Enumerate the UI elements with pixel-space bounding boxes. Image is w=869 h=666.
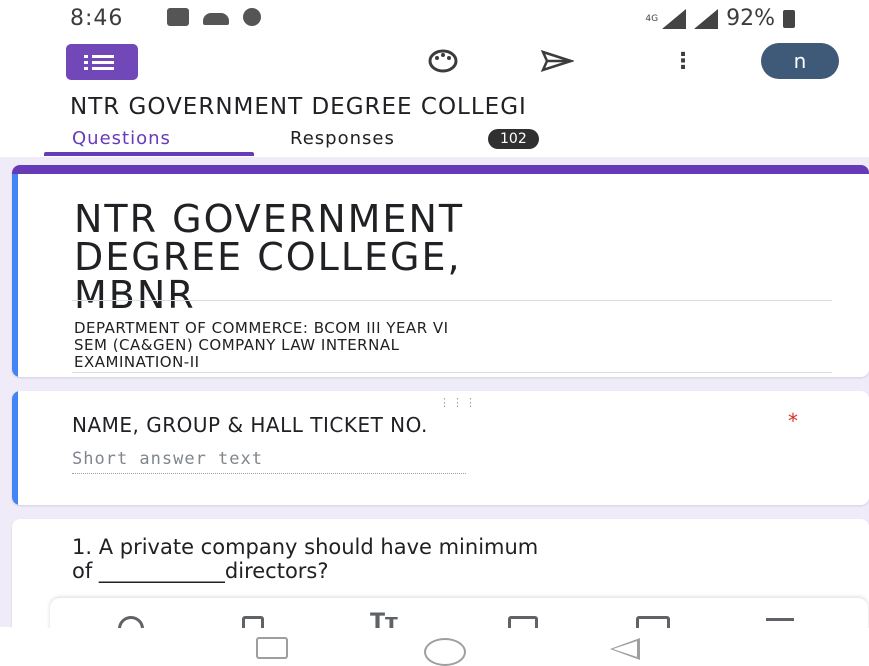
avatar-initial: n (793, 49, 807, 73)
more-vert-icon[interactable]: ⋮ (666, 46, 700, 76)
cloud-icon (203, 13, 229, 25)
question-title[interactable]: 1. A private company should have minimum… (72, 535, 842, 583)
form-title[interactable]: NTR GOVERNMENT DEGREE COLLEGE, MBNR (74, 200, 794, 314)
recent-apps-icon[interactable] (256, 637, 288, 659)
list-dot (84, 55, 88, 58)
question-title[interactable]: NAME, GROUP & HALL TICKET NO. (72, 413, 428, 437)
form-canvas: NTR GOVERNMENT DEGREE COLLEGE, MBNR DEPA… (0, 157, 869, 639)
tab-responses[interactable]: Responses (290, 128, 395, 149)
app-toolbar: ⋮ n (0, 40, 869, 84)
list-line (92, 55, 114, 58)
palette-svg (428, 49, 458, 73)
required-asterisk: * (788, 409, 798, 433)
list-line (92, 67, 114, 70)
tab-questions[interactable]: Questions (72, 128, 171, 149)
responses-count-badge[interactable]: 102 (488, 129, 539, 149)
active-tab-indicator (44, 152, 254, 156)
tab-bar: Questions Responses 102 (0, 126, 869, 156)
add-title-icon[interactable]: Tт (370, 610, 398, 635)
palette-icon[interactable] (426, 46, 460, 76)
short-answer-placeholder: Short answer text (72, 449, 466, 474)
selected-card-accent (12, 391, 18, 505)
form-description-line: SEM (CA&GEN) COMPANY LAW INTERNAL (74, 336, 400, 354)
description-divider (72, 372, 832, 373)
status-time: 8:46 (70, 6, 124, 31)
send-svg (540, 49, 574, 73)
home-icon[interactable] (424, 638, 466, 666)
question-title-line: of ____________directors? (72, 559, 329, 583)
form-description[interactable]: DEPARTMENT OF COMMERCE: BCOM III YEAR VI… (74, 320, 834, 371)
selected-card-accent (12, 174, 18, 377)
signal-icon (662, 8, 687, 29)
question-title-line: 1. A private company should have minimum (72, 535, 539, 559)
form-title-line: DEGREE COLLEGE, (74, 235, 462, 279)
google-forms-icon[interactable] (66, 44, 138, 80)
phone-icon (243, 8, 261, 26)
avatar[interactable]: n (761, 43, 839, 79)
form-title-line: MBNR (74, 273, 196, 317)
list-dot (84, 67, 88, 70)
form-header-title: NTR GOVERNMENT DEGREE COLLEGI (70, 94, 527, 120)
status-bar: 8:46 4G 92% (0, 0, 869, 38)
battery-percent: 92% (726, 6, 775, 31)
usb-icon (167, 8, 189, 26)
status-system-icons: 4G 92% (645, 6, 795, 31)
list-line (92, 61, 114, 64)
send-icon[interactable] (540, 46, 574, 76)
form-title-line: NTR GOVERNMENT (74, 197, 465, 241)
form-title-card[interactable]: NTR GOVERNMENT DEGREE COLLEGE, MBNR DEPA… (12, 165, 869, 377)
status-notification-icons (167, 8, 261, 26)
battery-icon (783, 9, 795, 28)
drag-handle-icon[interactable]: ⋮⋮⋮ (439, 396, 478, 409)
list-dot (84, 61, 88, 64)
back-icon[interactable] (610, 638, 640, 660)
system-nav-bar (0, 628, 869, 666)
form-description-line: DEPARTMENT OF COMMERCE: BCOM III YEAR VI (74, 319, 449, 337)
question-card[interactable]: ⋮⋮⋮ NAME, GROUP & HALL TICKET NO. * Shor… (12, 391, 869, 505)
title-divider (72, 300, 832, 301)
form-description-line: EXAMINATION-II (74, 353, 200, 371)
signal-icon (694, 8, 719, 29)
network-type-label: 4G (645, 13, 659, 24)
